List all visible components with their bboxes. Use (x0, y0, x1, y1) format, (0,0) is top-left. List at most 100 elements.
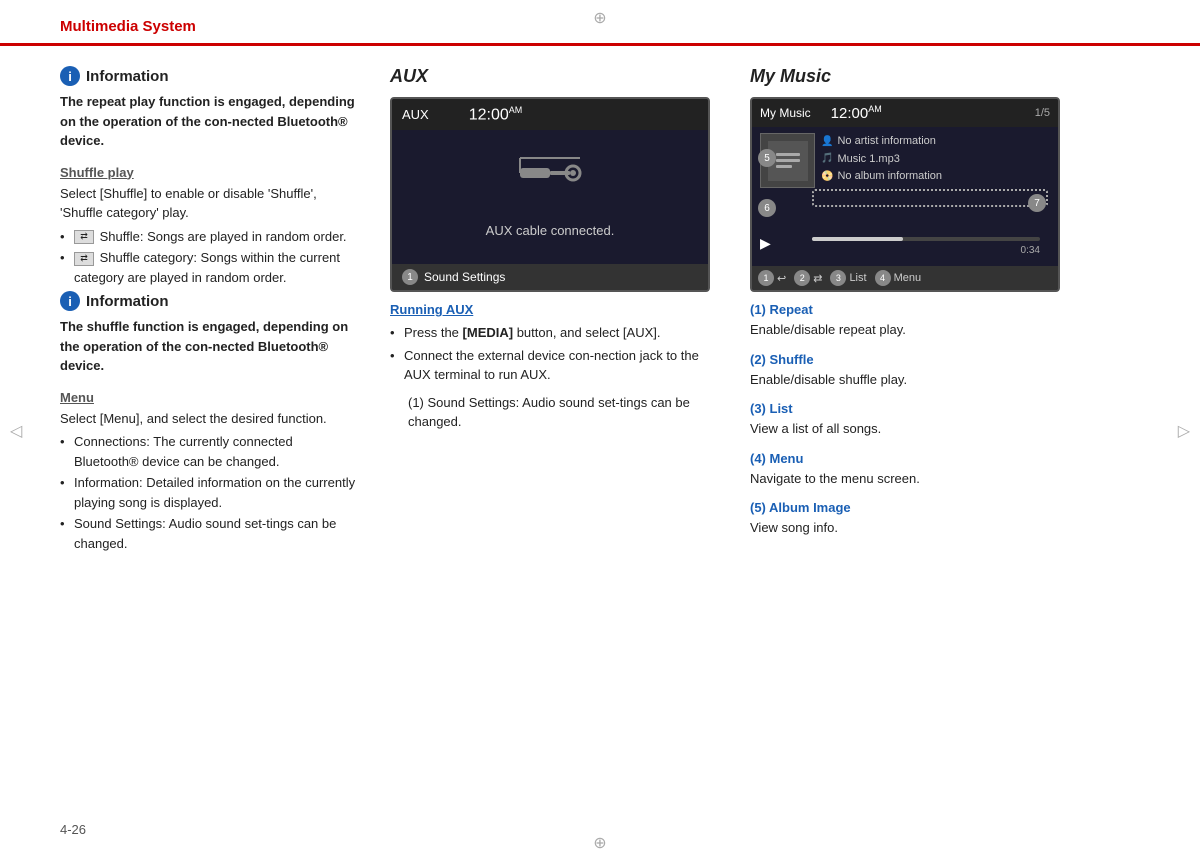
shuffle-heading: Shuffle play (60, 165, 360, 180)
aux-time-value: 12:00 (469, 106, 509, 123)
right-mark: ▷ (1178, 421, 1190, 441)
item-text-4: Navigate to the menu screen. (750, 469, 1140, 489)
mm-btn-icon-2: ⇄ (813, 272, 822, 285)
aux-step-1: Press the [MEDIA] button, and select [AU… (390, 323, 720, 343)
mymusic-header: My Music 12:00AM 1/5 (752, 99, 1058, 127)
person-icon: 👤 (821, 134, 833, 150)
mm-bottom-item-4[interactable]: 4 Menu (875, 270, 922, 286)
mm-btn-label-3: List (849, 272, 866, 284)
mymusic-item-3: (3) List View a list of all songs. (750, 401, 1140, 439)
shuffle-bullet-2: ⇄ Shuffle category: Songs within the cur… (60, 248, 360, 287)
no-album-text: No album information (837, 168, 942, 186)
mm-btn-label-4: Menu (894, 272, 922, 284)
aux-screen: AUX 12:00AM AUX cable (390, 97, 710, 292)
info-icon-2: i (60, 291, 80, 311)
shuffle-cat-icon: ⇄ (74, 252, 94, 266)
aux-title: AUX (390, 66, 720, 87)
menu-text: Select [Menu], and select the desired fu… (60, 409, 360, 429)
mm-count: 1/5 (1035, 107, 1050, 119)
aux-ampm: AM (509, 105, 523, 115)
mm-bottom-bar: 1 ↩ 2 ⇄ 3 List 4 Menu (752, 266, 1058, 290)
left-column: i Information The repeat play function i… (60, 66, 380, 557)
running-aux-title: Running AUX (390, 302, 720, 317)
mm-btn-num-1: 1 (758, 270, 774, 286)
menu-bullet-2: Information: Detailed information on the… (60, 473, 360, 512)
item-text-1: Enable/disable repeat play. (750, 320, 1140, 340)
aux-button-bar[interactable]: 1 Sound Settings (392, 264, 708, 290)
mm-btn-num-2: 2 (794, 270, 810, 286)
menu-bullet-1: Connections: The currently connected Blu… (60, 432, 360, 471)
menu-bullet-3: Sound Settings: Audio sound set-tings ca… (60, 514, 360, 553)
info-body-1: The repeat play function is engaged, dep… (60, 92, 360, 151)
song-name-text: Music 1.mp3 (837, 151, 899, 169)
mymusic-screen: My Music 12:00AM 1/5 5 6 (750, 97, 1060, 292)
shuffle-bullet-1-text: Shuffle: Songs are played in random orde… (100, 229, 347, 244)
mm-btn-num-4: 4 (875, 270, 891, 286)
top-mark: ⊕ (593, 8, 606, 28)
item-heading-5: (5) Album Image (750, 500, 1140, 515)
mymusic-section: My Music My Music 12:00AM 1/5 5 6 (740, 66, 1140, 557)
mm-label: My Music (760, 106, 811, 120)
item-heading-4: (4) Menu (750, 451, 1140, 466)
aux-content-area: AUX cable connected. (392, 130, 708, 250)
music-icon: 🎵 (821, 151, 833, 167)
mymusic-item-5: (5) Album Image View song info. (750, 500, 1140, 538)
info-title-2: Information (86, 293, 169, 310)
page-title: Multimedia System (60, 18, 196, 35)
aux-screen-time: 12:00AM (469, 105, 523, 124)
mm-play-icon[interactable]: ▶ (760, 235, 771, 252)
track-row-song: 🎵 Music 1.mp3 (821, 151, 942, 169)
item-text-5: View song info. (750, 518, 1140, 538)
item-heading-2: (2) Shuffle (750, 352, 1140, 367)
menu-heading: Menu (60, 390, 360, 405)
shuffle-bullet-list: ⇄ Shuffle: Songs are played in random or… (60, 227, 360, 288)
info-header-1: i Information (60, 66, 360, 86)
item-heading-1: (1) Repeat (750, 302, 1140, 317)
aux-numbered-1: (1) Sound Settings: Audio sound set-ting… (390, 393, 720, 432)
menu-bullet-list: Connections: The currently connected Blu… (60, 432, 360, 553)
mm-num6: 6 (758, 199, 776, 217)
mm-time-elapsed: 0:34 (812, 245, 1040, 256)
aux-cable-icon (515, 143, 585, 215)
mm-ampm: AM (868, 104, 882, 114)
mm-num5: 5 (758, 149, 776, 167)
mm-bottom-item-2[interactable]: 2 ⇄ (794, 270, 822, 286)
info-box-1: i Information The repeat play function i… (60, 66, 360, 151)
bottom-mark: ⊕ (593, 833, 606, 853)
mm-progress-area: 0:34 (782, 233, 1048, 260)
info-body-2: The shuffle function is engaged, dependi… (60, 317, 360, 376)
mm-time-value: 12:00 (831, 105, 869, 122)
aux-screen-header: AUX 12:00AM (392, 99, 708, 130)
mm-btn-icon-1: ↩ (777, 272, 786, 285)
mymusic-item-4: (4) Menu Navigate to the menu screen. (750, 451, 1140, 489)
main-content: i Information The repeat play function i… (0, 46, 1200, 577)
info-header-2: i Information (60, 291, 360, 311)
aux-step-2: Connect the external device con-nection … (390, 346, 720, 385)
aux-steps-list: Press the [MEDIA] button, and select [AU… (390, 323, 720, 385)
info-title-1: Information (86, 68, 169, 85)
shuffle-bullet-2-text: Shuffle category: Songs within the curre… (74, 250, 340, 285)
mymusic-body: 👤 No artist information 🎵 Music 1.mp3 📀 … (752, 127, 1058, 194)
shuffle-bullet-1: ⇄ Shuffle: Songs are played in random or… (60, 227, 360, 247)
aux-sound-settings-btn[interactable]: Sound Settings (424, 270, 505, 284)
mm-time: 12:00AM (831, 104, 882, 122)
album-icon: 📀 (821, 169, 833, 185)
mymusic-item-1: (1) Repeat Enable/disable repeat play. (750, 302, 1140, 340)
info-icon-1: i (60, 66, 80, 86)
left-mark: ◁ (10, 421, 22, 441)
mm-bottom-item-1[interactable]: 1 ↩ (758, 270, 786, 286)
info-box-2: i Information The shuffle function is en… (60, 291, 360, 376)
aux-btn-num: 1 (402, 269, 418, 285)
mymusic-item-2: (2) Shuffle Enable/disable shuffle play. (750, 352, 1140, 390)
aux-section: AUX AUX 12:00AM (380, 66, 740, 557)
mm-bottom-item-3[interactable]: 3 List (830, 270, 866, 286)
shuffle-text: Select [Shuffle] to enable or disable 'S… (60, 184, 360, 223)
item-heading-3: (3) List (750, 401, 1140, 416)
mm-progress-fill (812, 237, 903, 241)
aux-connected-text: AUX cable connected. (486, 223, 615, 238)
mm-btn-num-3: 3 (830, 270, 846, 286)
mm-progress-bar[interactable] (812, 237, 1040, 241)
mymusic-title: My Music (750, 66, 1140, 87)
track-row-album: 📀 No album information (821, 168, 942, 186)
item-text-3: View a list of all songs. (750, 419, 1140, 439)
